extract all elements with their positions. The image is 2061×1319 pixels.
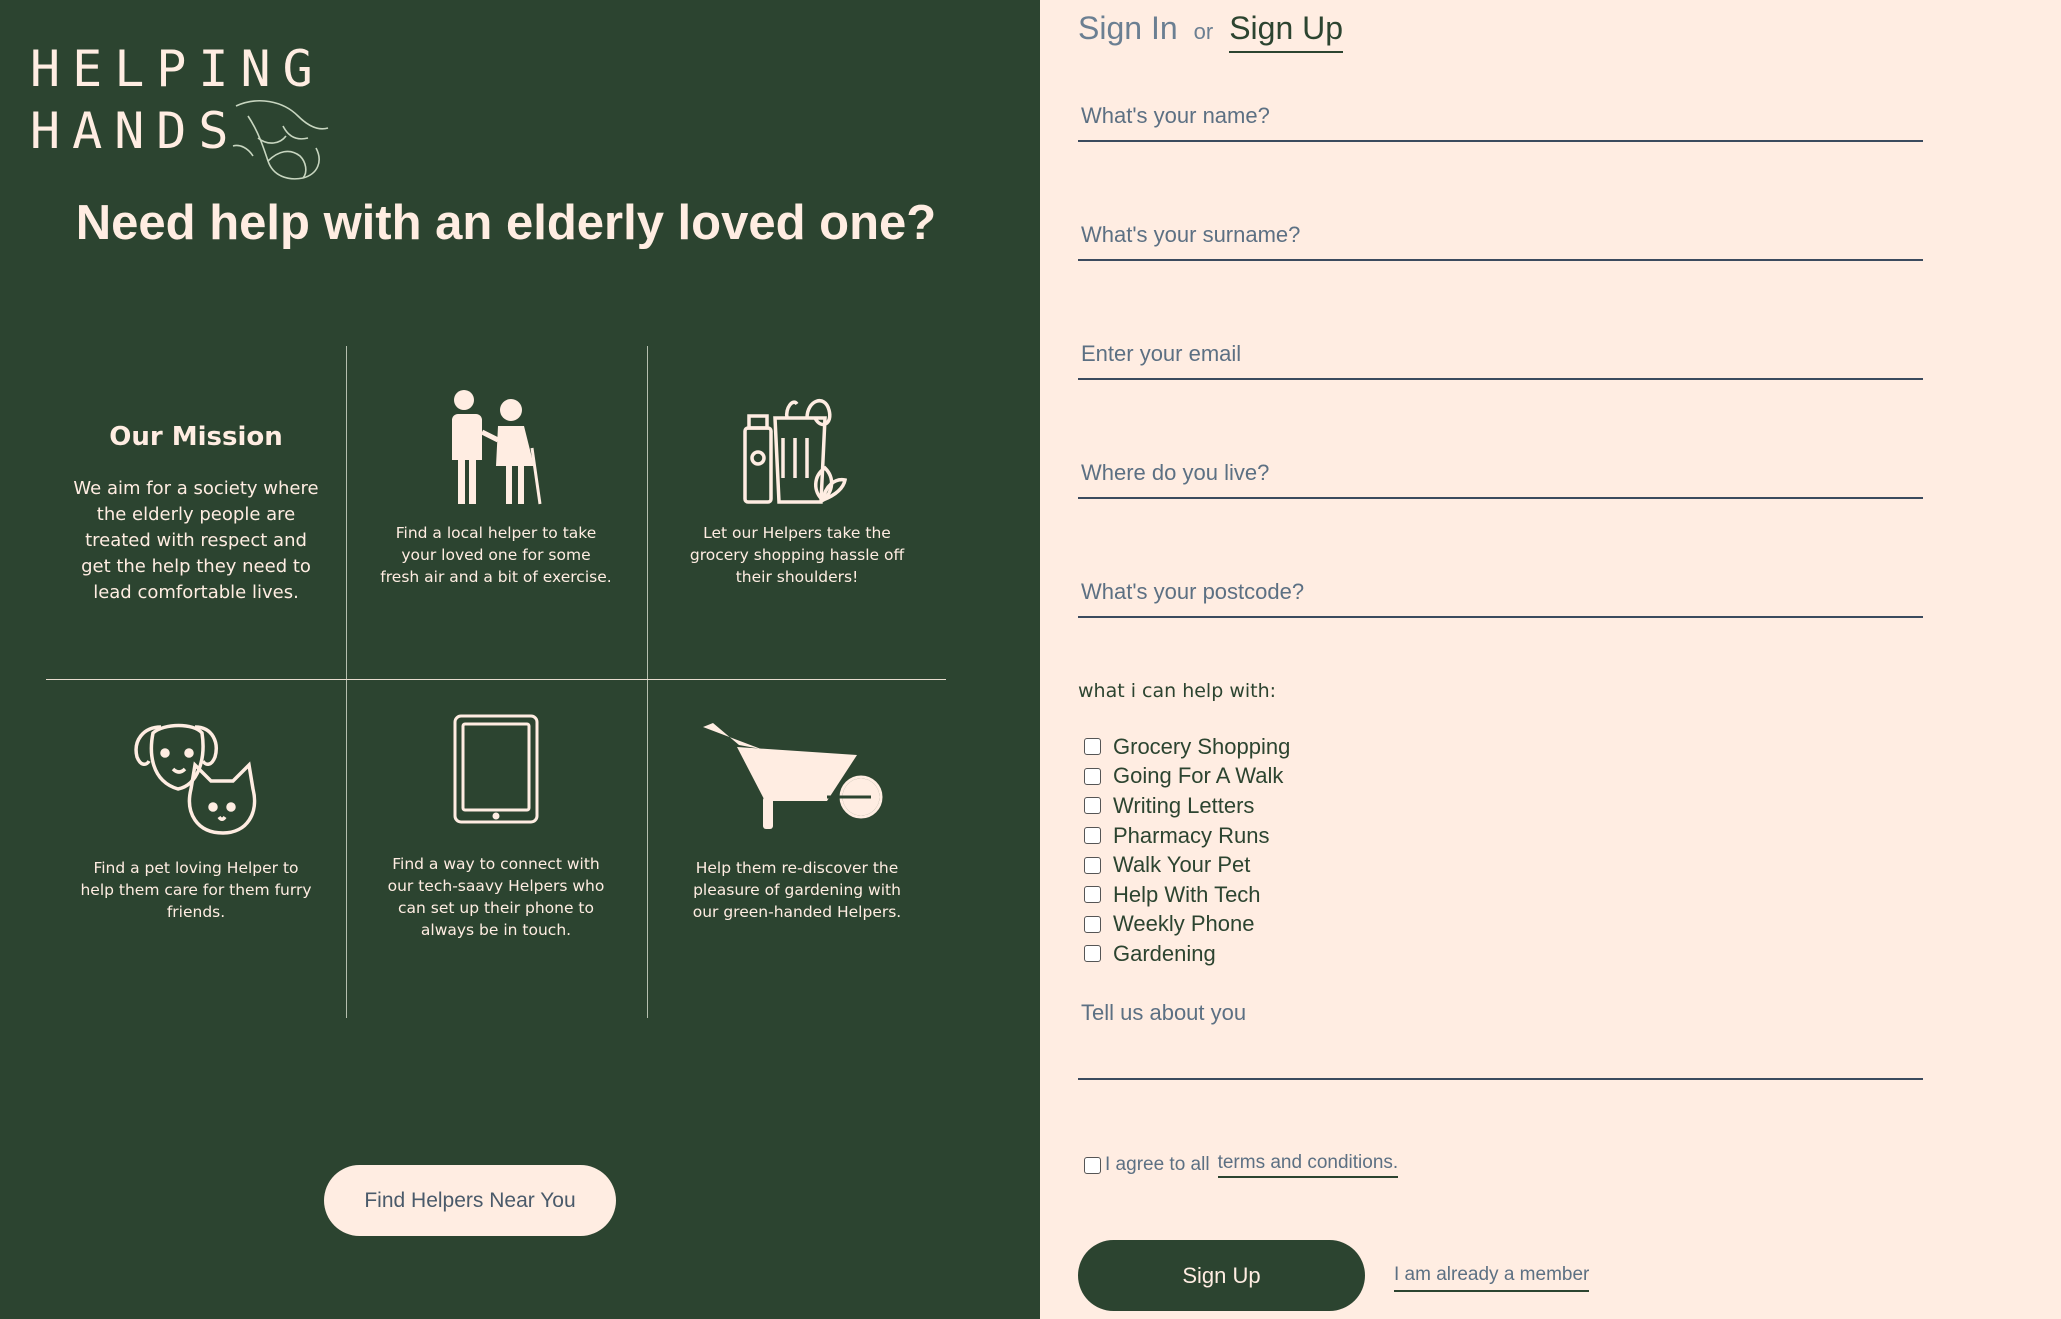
mission-title: Our Mission [109, 422, 283, 452]
help-option[interactable]: Help With Tech [1084, 880, 1290, 910]
help-option-label: Grocery Shopping [1113, 733, 1291, 759]
postcode-input[interactable] [1078, 568, 1923, 616]
terms-link[interactable]: terms and conditions. [1217, 1152, 1399, 1178]
help-option-label: Gardening [1113, 940, 1216, 966]
already-member-link[interactable]: I am already a member [1394, 1264, 1590, 1292]
checkbox[interactable] [1084, 886, 1101, 904]
help-option-label: Going For A Walk [1113, 763, 1284, 789]
mission-cell: Our Mission We aim for a society where t… [46, 346, 346, 676]
help-option[interactable]: Weekly Phone [1084, 910, 1290, 940]
logo[interactable]: HELPING HANDS [30, 38, 329, 180]
signup-panel: Sign In or Sign Up what i can help with:… [1040, 0, 2061, 1319]
help-option[interactable]: Writing Letters [1084, 791, 1290, 821]
help-options-list: Grocery Shopping Going For A Walk Writin… [1084, 732, 1290, 969]
service-card-gardening: Help them re-discover the pleasure of ga… [647, 681, 947, 1011]
surname-input[interactable] [1078, 211, 1923, 259]
tab-separator: or [1193, 19, 1214, 44]
auth-tabs: Sign In or Sign Up [1078, 10, 1344, 53]
name-input[interactable] [1078, 92, 1923, 140]
checkbox[interactable] [1084, 767, 1101, 785]
checkbox[interactable] [1084, 738, 1101, 756]
agree-text: I agree to all [1105, 1154, 1210, 1175]
info-panel: HELPING HANDS Need help with an elderly … [0, 0, 1040, 1319]
about-field [1078, 1000, 1923, 1080]
help-option[interactable]: Going For A Walk [1084, 762, 1290, 792]
service-card-tech: Find a way to connect with our tech-saav… [346, 681, 646, 1011]
service-card-walk: Find a local helper to take your loved o… [346, 346, 646, 676]
services-grid: Our Mission We aim for a society where t… [46, 346, 946, 1018]
help-option-label: Weekly Phone [1113, 911, 1255, 937]
help-option[interactable]: Grocery Shopping [1084, 732, 1290, 762]
service-text: Let our Helpers take the grocery shoppin… [689, 524, 905, 586]
help-option-label: Walk Your Pet [1113, 852, 1251, 878]
service-card-pet: Find a pet loving Helper to help them ca… [46, 681, 346, 1011]
checkbox[interactable] [1084, 797, 1101, 815]
grocery-bag-icon [743, 399, 848, 504]
location-input[interactable] [1078, 449, 1923, 497]
grid-divider [46, 679, 946, 680]
checkbox[interactable] [1084, 827, 1101, 845]
name-field [1078, 92, 1923, 142]
checkbox[interactable] [1084, 945, 1101, 963]
postcode-field [1078, 568, 1923, 618]
help-option[interactable]: Pharmacy Runs [1084, 821, 1290, 851]
help-option-label: Pharmacy Runs [1113, 822, 1270, 848]
help-option-label: Writing Letters [1113, 792, 1255, 818]
mission-text: We aim for a society where the elderly p… [73, 478, 319, 603]
dog-and-cat-icon [134, 723, 257, 835]
terms-checkbox[interactable] [1084, 1156, 1101, 1174]
email-input[interactable] [1078, 330, 1923, 378]
help-option[interactable]: Gardening [1084, 939, 1290, 969]
help-options-label: what i can help with: [1078, 680, 1277, 702]
surname-field [1078, 211, 1923, 261]
location-field [1078, 449, 1923, 499]
service-card-grocery: Let our Helpers take the grocery shoppin… [647, 346, 947, 676]
checkbox[interactable] [1084, 856, 1101, 874]
wheelbarrow-icon [703, 723, 883, 829]
service-text: Find a local helper to take your loved o… [380, 524, 612, 586]
hero-title: Need help with an elderly loved one? [75, 196, 937, 250]
email-field [1078, 330, 1923, 380]
find-helpers-button[interactable]: Find Helpers Near You [324, 1165, 616, 1236]
holding-hands-icon [232, 100, 329, 180]
tab-sign-in[interactable]: Sign In [1078, 10, 1178, 47]
service-text: Find a way to connect with our tech-saav… [387, 855, 605, 939]
tab-sign-up[interactable]: Sign Up [1229, 10, 1344, 53]
tablet-icon [453, 714, 539, 824]
help-option-label: Help With Tech [1113, 881, 1261, 907]
sign-up-button[interactable]: Sign Up [1078, 1240, 1365, 1311]
help-option[interactable]: Walk Your Pet [1084, 850, 1290, 880]
elderly-couple-icon [452, 390, 542, 505]
checkbox[interactable] [1084, 915, 1101, 933]
terms-agreement: I agree to all terms and conditions. [1084, 1152, 1399, 1178]
about-textarea[interactable] [1078, 1000, 1923, 1078]
service-text: Help them re-discover the pleasure of ga… [692, 859, 902, 921]
service-text: Find a pet loving Helper to help them ca… [80, 859, 312, 921]
